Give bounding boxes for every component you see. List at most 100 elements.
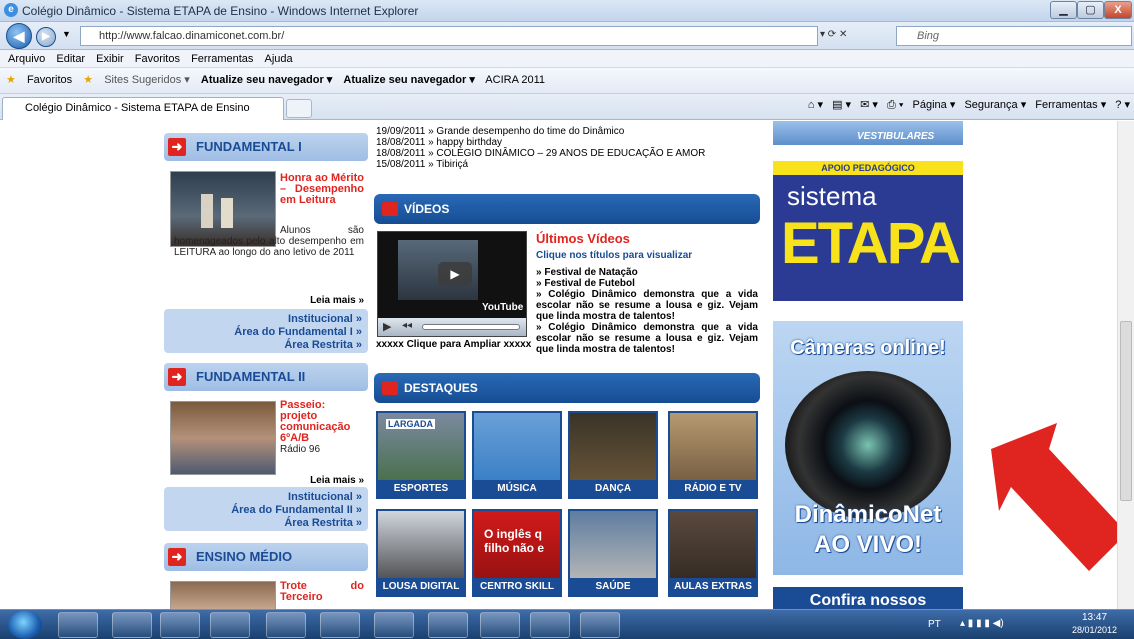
etapa-banner[interactable]: APOIO PEDAGÓGICO sistema ETAPA xyxy=(773,161,963,301)
taskbar-ie-icon[interactable] xyxy=(58,612,98,638)
tile-danca[interactable]: DANÇA xyxy=(568,411,658,499)
video-item[interactable]: » Colégio Dinâmico demonstra que a vida … xyxy=(536,322,758,355)
taskbar-calculator-icon[interactable] xyxy=(320,612,360,638)
section-header-fundamental-1[interactable]: ➜ FUNDAMENTAL I xyxy=(164,133,368,161)
menu-exibir[interactable]: Exibir xyxy=(96,53,124,65)
video-controls[interactable]: ▶ ◂◂ xyxy=(378,318,526,336)
fav-item-atualize-1[interactable]: Atualize seu navegador ▾ xyxy=(201,74,332,86)
command-bar: ⌂ ▾ ▤ ▾ ✉ ▾ ⎙ ▾ Página ▾ Segurança ▾ Fer… xyxy=(808,98,1130,112)
menu-ferramentas[interactable]: Ferramentas xyxy=(191,53,253,65)
fav-item-sites-sugeridos[interactable]: Sites Sugeridos ▾ xyxy=(104,74,190,86)
tile-overlay-largada: LARGADA xyxy=(386,419,435,429)
address-input[interactable]: http://www.falcao.dinamiconet.com.br/ xyxy=(80,26,818,46)
taskbar-media-icon[interactable] xyxy=(160,612,200,638)
window-titlebar[interactable]: e Colégio Dinâmico - Sistema ETAPA de En… xyxy=(0,0,1134,22)
latest-videos-hint: Clique nos títulos para visualizar xyxy=(536,250,693,261)
refresh-icon[interactable]: ▾ ⟳ ✕ xyxy=(820,29,847,40)
link-institucional[interactable]: Institucional » xyxy=(170,491,362,504)
taskbar-word-icon[interactable] xyxy=(374,612,414,638)
destaques-header: DESTAQUES xyxy=(374,373,760,403)
menu-favoritos[interactable]: Favoritos xyxy=(135,53,180,65)
play-icon[interactable]: ▶ xyxy=(438,262,472,286)
clock-date[interactable]: 28/01/2012 xyxy=(1072,625,1117,635)
cmd-pagina[interactable]: Página ▾ xyxy=(913,99,956,111)
fundamental-1-read-more[interactable]: Leia mais » xyxy=(300,295,364,306)
language-indicator[interactable]: PT xyxy=(928,619,941,630)
fundamental-2-headline[interactable]: Passeio: projeto comunicação 6ºA/B xyxy=(280,400,364,444)
taskbar-app2-icon[interactable] xyxy=(480,612,520,638)
confira-banner[interactable]: Confira nossos xyxy=(773,587,963,609)
cmd-seguranca[interactable]: Segurança ▾ xyxy=(964,99,1026,111)
fundamental-1-headline[interactable]: Honra ao Mérito – Desempenho em Leitura xyxy=(280,173,364,206)
help-icon[interactable]: ? ▾ xyxy=(1115,99,1130,111)
clock-time[interactable]: 13:47 xyxy=(1082,612,1107,623)
link-area-restrita[interactable]: Área Restrita » xyxy=(170,339,362,352)
feeds-icon[interactable]: ▤ ▾ xyxy=(832,99,851,111)
tile-aulas-extras[interactable]: AULAS EXTRAS xyxy=(668,509,758,597)
video-progress[interactable] xyxy=(422,324,520,330)
link-area-restrita[interactable]: Área Restrita » xyxy=(170,517,362,530)
tab-colegio-dinamico[interactable]: Colégio Dinâmico - Sistema ETAPA de Ensi… xyxy=(2,97,284,120)
cameras-online-banner[interactable]: Câmeras online! DinâmicoNet AO VIVO! xyxy=(773,321,963,575)
taskbar-app-icon[interactable] xyxy=(266,612,306,638)
scrollbar-thumb[interactable] xyxy=(1120,321,1132,501)
volume-icon[interactable]: ◂◂ xyxy=(402,320,412,331)
fundamental-1-links: Institucional » Área do Fundamental I » … xyxy=(164,309,368,353)
vertical-scrollbar[interactable] xyxy=(1117,121,1134,609)
news-item[interactable]: 18/08/2011 » happy birthday xyxy=(376,137,766,148)
tile-saude[interactable]: SAÚDE xyxy=(568,509,658,597)
taskbar-explorer-icon[interactable] xyxy=(112,612,152,638)
menu-editar[interactable]: Editar xyxy=(56,53,85,65)
menu-ajuda[interactable]: Ajuda xyxy=(264,53,292,65)
vestibulares-banner[interactable]: VESTIBULARES xyxy=(773,121,963,145)
new-tab-button[interactable] xyxy=(286,99,312,118)
tile-centro-skill[interactable]: O inglês q filho não e CENTRO SKILL xyxy=(472,509,562,597)
menu-arquivo[interactable]: Arquivo xyxy=(8,53,45,65)
forward-icon[interactable]: ▶ xyxy=(36,27,56,47)
video-player[interactable]: ▶ YouTube ▶ ◂◂ xyxy=(377,231,527,337)
fundamental-2-read-more[interactable]: Leia mais » xyxy=(300,475,364,486)
fav-item-atualize-2[interactable]: Atualize seu navegador ▾ xyxy=(343,74,474,86)
ensino-medio-photo[interactable] xyxy=(170,581,276,609)
section-header-ensino-medio[interactable]: ➜ ENSINO MÉDIO xyxy=(164,543,368,571)
video-player-caption[interactable]: xxxxx Clique para Ampliar xxxxx xyxy=(376,339,531,350)
tile-radio-e-tv[interactable]: RÁDIO E TV xyxy=(668,411,758,499)
link-institucional[interactable]: Institucional » xyxy=(170,313,362,326)
back-icon[interactable]: ◀ xyxy=(6,23,32,49)
home-icon[interactable]: ⌂ ▾ xyxy=(808,99,823,111)
news-item[interactable]: 19/09/2011 » Grande desempenho do time d… xyxy=(376,126,766,137)
fav-item-acira[interactable]: ACIRA 2011 xyxy=(485,74,545,86)
video-item[interactable]: » Festival de Natação xyxy=(536,267,758,278)
close-button[interactable]: X xyxy=(1104,1,1132,19)
favorites-button[interactable]: Favoritos xyxy=(27,74,72,86)
history-dropdown-icon[interactable]: ▼ xyxy=(62,29,71,39)
start-button[interactable] xyxy=(8,611,42,639)
news-item[interactable]: 15/08/2011 » Tibiriçá xyxy=(376,159,766,170)
play-control-icon[interactable]: ▶ xyxy=(383,320,391,333)
tile-esportes[interactable]: LARGADA ESPORTES xyxy=(376,411,466,499)
video-item[interactable]: » Festival de Futebol xyxy=(536,278,758,289)
mail-icon[interactable]: ✉ ▾ xyxy=(860,99,878,111)
cmd-ferramentas[interactable]: Ferramentas ▾ xyxy=(1035,99,1106,111)
ensino-medio-headline[interactable]: Trote do Terceiro xyxy=(280,581,364,603)
taskbar-users-icon[interactable] xyxy=(210,612,250,638)
link-area-fundamental-2[interactable]: Área do Fundamental II » xyxy=(170,504,362,517)
print-icon[interactable]: ⎙ ▾ xyxy=(887,99,903,111)
section-header-fundamental-2[interactable]: ➜ FUNDAMENTAL II xyxy=(164,363,368,391)
search-input[interactable]: Bing xyxy=(896,26,1132,46)
add-favorite-icon[interactable]: ★ xyxy=(83,74,93,86)
minimize-button[interactable]: ▁ xyxy=(1050,1,1077,19)
taskbar-excel-icon[interactable] xyxy=(428,612,468,638)
tile-musica[interactable]: MÚSICA xyxy=(472,411,562,499)
news-item[interactable]: 18/08/2011 » COLÉGIO DINÂMICO – 29 ANOS … xyxy=(376,148,766,159)
maximize-button[interactable]: ▢ xyxy=(1077,1,1104,19)
link-area-fundamental-1[interactable]: Área do Fundamental I » xyxy=(170,326,362,339)
camera-lens-icon xyxy=(785,371,951,519)
tray-icons[interactable]: ▴ ▮ ▮ ▮ ◀) xyxy=(960,618,1004,629)
page-content: ➜ FUNDAMENTAL I Honra ao Mérito – Desemp… xyxy=(0,121,1134,609)
taskbar-app3-icon[interactable] xyxy=(530,612,570,638)
video-item[interactable]: » Colégio Dinâmico demonstra que a vida … xyxy=(536,289,758,322)
taskbar-app4-icon[interactable] xyxy=(580,612,620,638)
fundamental-2-photo[interactable] xyxy=(170,401,276,475)
tile-lousa-digital[interactable]: LOUSA DIGITAL xyxy=(376,509,466,597)
